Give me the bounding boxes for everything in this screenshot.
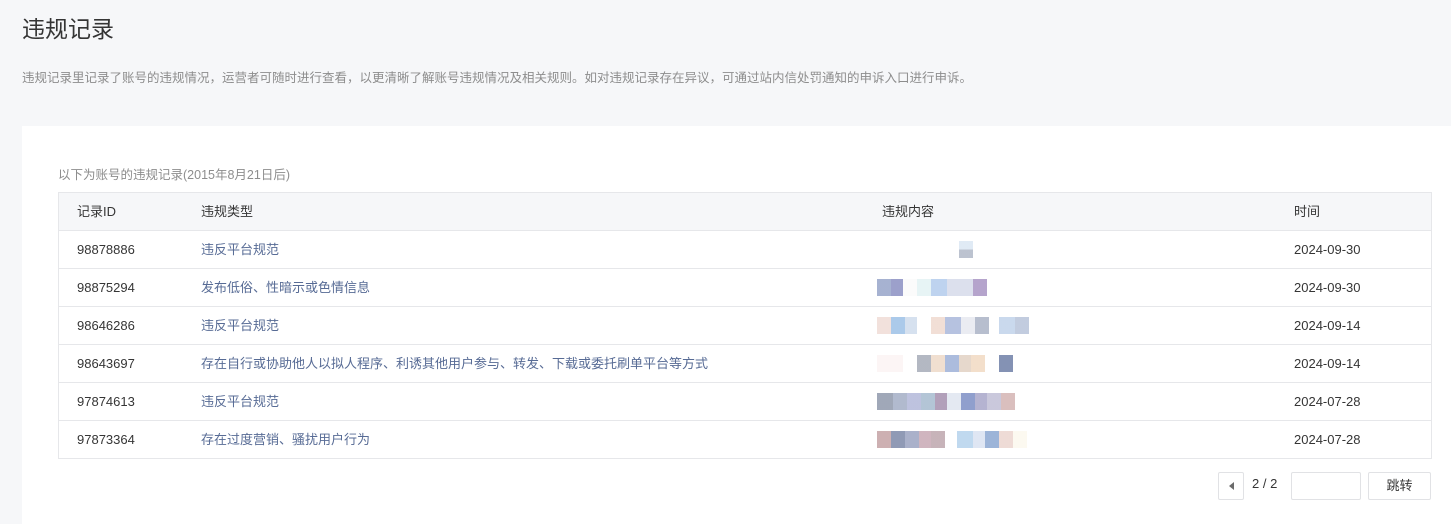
records-table: 记录ID 违规类型 违规内容 时间 98878886 违反平台规范 2024-0… bbox=[58, 192, 1432, 459]
record-time: 2024-09-14 bbox=[1294, 356, 1361, 371]
record-type-link[interactable]: 存在过度营销、骚扰用户行为 bbox=[201, 421, 370, 458]
record-id: 98646286 bbox=[77, 318, 135, 333]
record-time: 2024-09-14 bbox=[1294, 318, 1361, 333]
records-card: 以下为账号的违规记录(2015年8月21日后) 记录ID 违规类型 违规内容 时… bbox=[22, 126, 1451, 524]
page-title: 违规记录 bbox=[22, 16, 114, 42]
blurred-content bbox=[877, 393, 1037, 410]
table-row: 98875294 发布低俗、性暗示或色情信息 2024-09-30 bbox=[59, 269, 1431, 307]
record-time: 2024-07-28 bbox=[1294, 432, 1361, 447]
record-id: 97874613 bbox=[77, 394, 135, 409]
record-type-link[interactable]: 违反平台规范 bbox=[201, 383, 279, 420]
table-row: 98643697 存在自行或协助他人以拟人程序、利诱其他用户参与、转发、下载或委… bbox=[59, 345, 1431, 383]
jump-button[interactable]: 跳转 bbox=[1368, 472, 1431, 500]
record-time: 2024-07-28 bbox=[1294, 394, 1361, 409]
col-header-time: 时间 bbox=[1294, 204, 1321, 219]
blurred-content bbox=[877, 317, 1037, 334]
table-row: 98878886 违反平台规范 2024-09-30 bbox=[59, 231, 1431, 269]
pagination: 2 / 2 跳转 bbox=[22, 472, 1451, 500]
table-row: 97873364 存在过度营销、骚扰用户行为 2024-07-28 bbox=[59, 421, 1431, 459]
record-time: 2024-09-30 bbox=[1294, 242, 1361, 257]
record-type-link[interactable]: 发布低俗、性暗示或色情信息 bbox=[201, 269, 370, 306]
record-type-link[interactable]: 违反平台规范 bbox=[201, 307, 279, 344]
table-row: 98646286 违反平台规范 2024-09-14 bbox=[59, 307, 1431, 345]
record-type-link[interactable]: 存在自行或协助他人以拟人程序、利诱其他用户参与、转发、下载或委托刷单平台等方式 bbox=[201, 345, 708, 382]
chevron-left-icon bbox=[1228, 482, 1234, 490]
table-header: 记录ID 违规类型 违规内容 时间 bbox=[59, 193, 1431, 231]
table-row: 97874613 违反平台规范 2024-07-28 bbox=[59, 383, 1431, 421]
page-description: 违规记录里记录了账号的违规情况，运营者可随时进行查看，以更清晰了解账号违规情况及… bbox=[22, 71, 973, 85]
blurred-content bbox=[877, 431, 1037, 448]
record-id: 97873364 bbox=[77, 432, 135, 447]
record-time: 2024-09-30 bbox=[1294, 280, 1361, 295]
record-type-link[interactable]: 违反平台规范 bbox=[201, 231, 279, 268]
col-header-type: 违规类型 bbox=[201, 204, 254, 219]
record-id: 98878886 bbox=[77, 242, 135, 257]
page-indicator: 2 / 2 bbox=[1252, 476, 1278, 491]
records-subtitle: 以下为账号的违规记录(2015年8月21日后) bbox=[58, 168, 290, 182]
col-header-id: 记录ID bbox=[77, 204, 117, 219]
col-header-content: 违规内容 bbox=[882, 204, 935, 219]
blurred-content bbox=[959, 241, 973, 258]
record-id: 98643697 bbox=[77, 356, 135, 371]
record-id: 98875294 bbox=[77, 280, 135, 295]
page-jump-input[interactable] bbox=[1291, 472, 1361, 500]
blurred-content bbox=[877, 279, 1037, 296]
prev-page-button[interactable] bbox=[1218, 472, 1244, 500]
blurred-content bbox=[877, 355, 1037, 372]
